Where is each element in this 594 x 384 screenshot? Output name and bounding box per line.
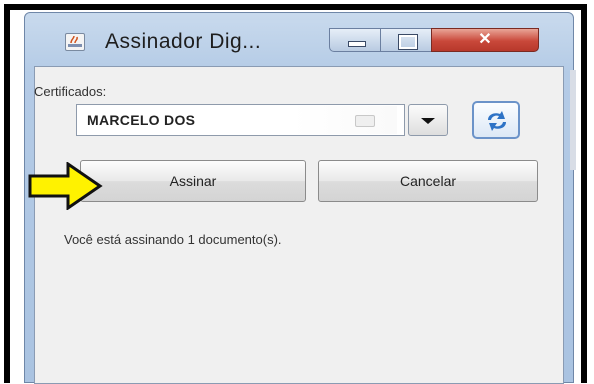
window-scrollbar[interactable]: [570, 70, 576, 170]
java-app-icon: [65, 33, 85, 51]
refresh-certificates-button[interactable]: [472, 101, 520, 139]
signing-status-text: Você está assinando 1 documento(s).: [64, 232, 282, 247]
close-icon: ✕: [478, 31, 492, 48]
minimize-icon: [348, 41, 366, 47]
sign-button[interactable]: Assinar: [80, 160, 306, 202]
certificates-label: Certificados:: [34, 84, 107, 99]
maximize-button[interactable]: [380, 28, 432, 52]
refresh-icon: [488, 111, 506, 131]
certificate-dropdown-button[interactable]: [408, 104, 448, 136]
arrow-right-icon: [28, 162, 103, 210]
close-button[interactable]: ✕: [431, 28, 539, 52]
ellipsis-icon: [355, 115, 375, 127]
window-title: Assinador Dig...: [105, 30, 262, 53]
minimize-button[interactable]: [329, 28, 381, 52]
maximize-icon: [398, 34, 418, 50]
certificate-selected-value: MARCELO DOS: [87, 112, 196, 128]
certificate-select[interactable]: MARCELO DOS: [76, 104, 405, 136]
title-bar[interactable]: Assinador Dig... ✕: [25, 13, 573, 63]
chevron-down-icon: [421, 118, 435, 124]
cancel-button[interactable]: Cancelar: [318, 160, 538, 202]
